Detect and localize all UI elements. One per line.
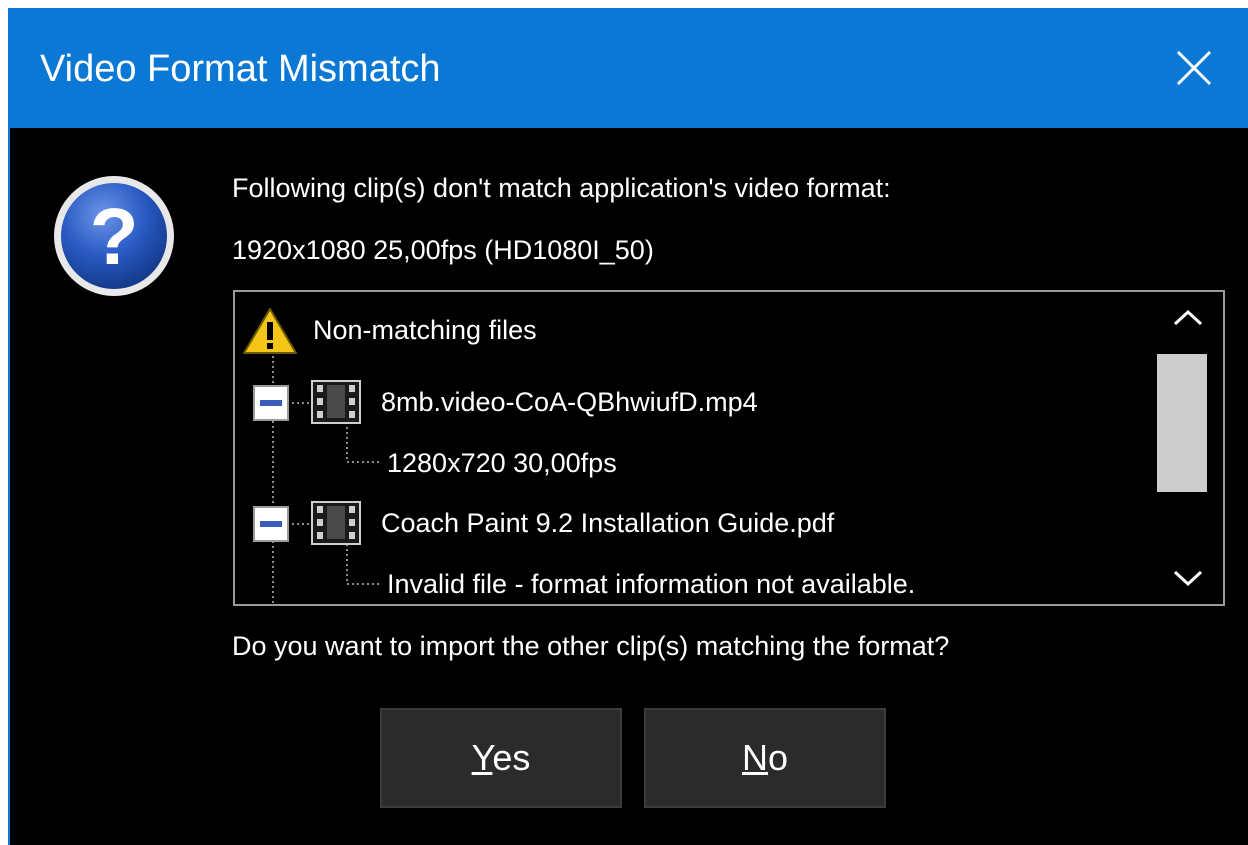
tree-item-file-2-detail[interactable]: Invalid file - format information not av…: [387, 564, 915, 604]
scrollbar-thumb[interactable]: [1157, 354, 1207, 492]
yes-button[interactable]: Yes: [380, 708, 622, 808]
close-button[interactable]: [1138, 8, 1248, 128]
no-label-rest: o: [767, 737, 789, 778]
title-bar: Video Format Mismatch: [10, 8, 1248, 128]
message-text: Following clip(s) don't match applicatio…: [232, 173, 891, 203]
tree-item-file-1[interactable]: 8mb.video-CoA-QBhwiufD.mp4: [381, 382, 758, 422]
chevron-down-icon: [1173, 570, 1203, 587]
video-format-mismatch-dialog: Video Format Mismatch ? Following clip(s…: [8, 8, 1248, 845]
warning-icon: [243, 308, 297, 354]
film-icon: [311, 380, 361, 424]
tree-item-file-1-detail[interactable]: 1280x720 30,00fps: [387, 443, 617, 483]
collapse-icon[interactable]: [253, 385, 289, 421]
question-icon: ?: [54, 176, 174, 296]
film-icon: [311, 501, 361, 545]
no-accelerator: N: [741, 737, 768, 778]
yes-label-rest: es: [492, 737, 531, 778]
tree-root-label[interactable]: Non-matching files: [313, 310, 537, 350]
scroll-down-button[interactable]: [1163, 558, 1213, 598]
svg-text:?: ?: [90, 192, 139, 281]
close-icon: [1176, 50, 1212, 86]
tree-item-file-2[interactable]: Coach Paint 9.2 Installation Guide.pdf: [381, 503, 834, 543]
scroll-up-button[interactable]: [1163, 298, 1213, 338]
no-button[interactable]: No: [644, 708, 886, 808]
dialog-title: Video Format Mismatch: [40, 48, 441, 90]
collapse-icon[interactable]: [253, 506, 289, 542]
non-matching-files-tree[interactable]: Non-matching files 8mb.video-CoA-QBhwiuf…: [233, 290, 1225, 606]
chevron-up-icon: [1173, 309, 1203, 326]
application-format-text: 1920x1080 25,00fps (HD1080I_50): [232, 235, 654, 265]
yes-accelerator: Y: [471, 737, 493, 778]
import-question-text: Do you want to import the other clip(s) …: [232, 631, 950, 661]
